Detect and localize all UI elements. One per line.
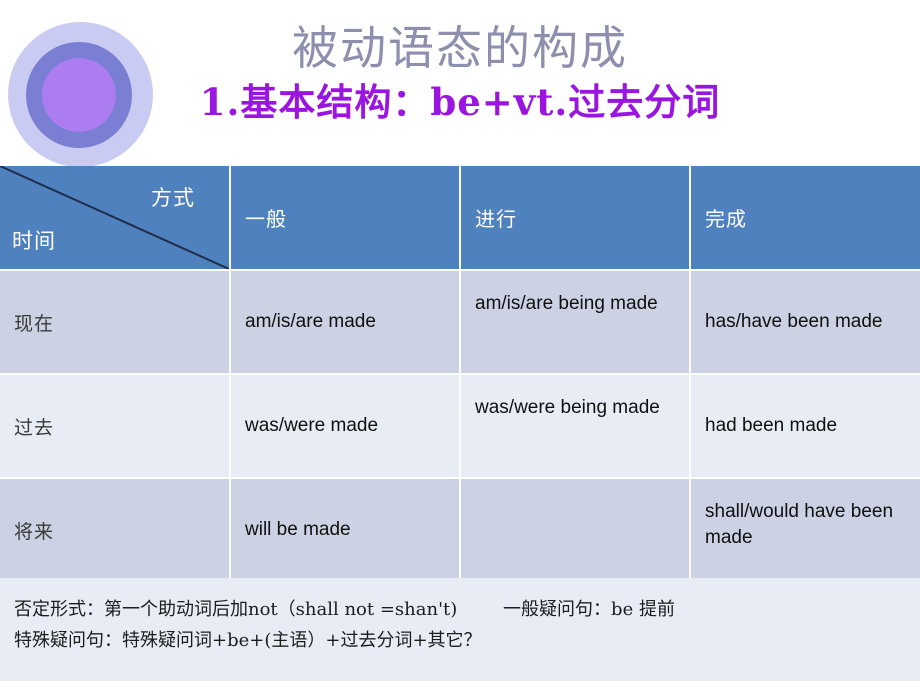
- cell-past-progressive-text: was/were being made: [475, 397, 660, 418]
- column-header-progressive-label: 进行: [475, 207, 517, 231]
- column-header-simple-label: 一般: [245, 207, 287, 231]
- table-row: 将来 will be made shall/would have been ma…: [0, 479, 920, 583]
- cell-past-simple-text: was/were made: [245, 415, 379, 436]
- table-row: 过去 was/were made was/were being made had…: [0, 375, 920, 479]
- passive-voice-table: 方式 时间 一般 进行 完成 现在 am/is/are made am/is/a…: [0, 166, 920, 583]
- column-header-perfect-label: 完成: [705, 207, 747, 231]
- column-header-simple: 一般: [231, 166, 461, 271]
- slide-canvas: 被动语态的构成 1.基本结构：be+vt.过去分词 方式 时间 一般 进行 完成: [0, 0, 920, 690]
- row-header-future: 将来: [0, 479, 231, 583]
- bottom-strip: [0, 681, 920, 690]
- column-header-progressive: 进行: [461, 166, 691, 271]
- note-special-question: 特殊疑问句：特殊疑问词+be+(主语）+过去分词+其它？: [14, 630, 482, 651]
- cell-future-perfect: shall/would have been made: [691, 479, 920, 583]
- row-header-past-label: 过去: [14, 416, 55, 439]
- cell-present-simple-text: am/is/are made: [245, 311, 376, 332]
- footer-notes: 否定形式：第一个助动词后加not（shall not =shan't) 一般疑问…: [0, 578, 920, 681]
- corner-label-time: 时间: [12, 229, 56, 253]
- cell-future-progressive: [461, 479, 691, 583]
- row-header-present: 现在: [0, 271, 231, 375]
- table-row: 现在 am/is/are made am/is/are being made h…: [0, 271, 920, 375]
- column-header-perfect: 完成: [691, 166, 920, 271]
- cell-past-perfect-text: had been made: [705, 415, 838, 436]
- logo-inner-circle: [42, 58, 116, 132]
- cell-present-progressive-text: am/is/are being made: [475, 293, 658, 314]
- concentric-circles-decoration-icon: [8, 22, 153, 167]
- cell-present-simple: am/is/are made: [231, 271, 461, 375]
- row-header-present-label: 现在: [14, 312, 55, 335]
- row-header-future-label: 将来: [14, 520, 55, 543]
- table-corner-header-cell: 方式 时间: [0, 166, 231, 271]
- cell-future-simple: will be made: [231, 479, 461, 583]
- cell-present-perfect: has/have been made: [691, 271, 920, 375]
- row-header-past: 过去: [0, 375, 231, 479]
- cell-present-progressive: am/is/are being made: [461, 271, 691, 375]
- table-header-row: 方式 时间 一般 进行 完成: [0, 166, 920, 271]
- cell-past-simple: was/were made: [231, 375, 461, 479]
- corner-label-method: 方式: [151, 186, 195, 210]
- cell-future-perfect-text: shall/would have been made: [705, 501, 894, 548]
- cell-past-perfect: had been made: [691, 375, 920, 479]
- cell-past-progressive: was/were being made: [461, 375, 691, 479]
- note-negative-form: 否定形式：第一个助动词后加not（shall not =shan't) 一般疑问…: [14, 599, 675, 620]
- cell-future-simple-text: will be made: [245, 519, 351, 540]
- cell-present-perfect-text: has/have been made: [705, 311, 883, 332]
